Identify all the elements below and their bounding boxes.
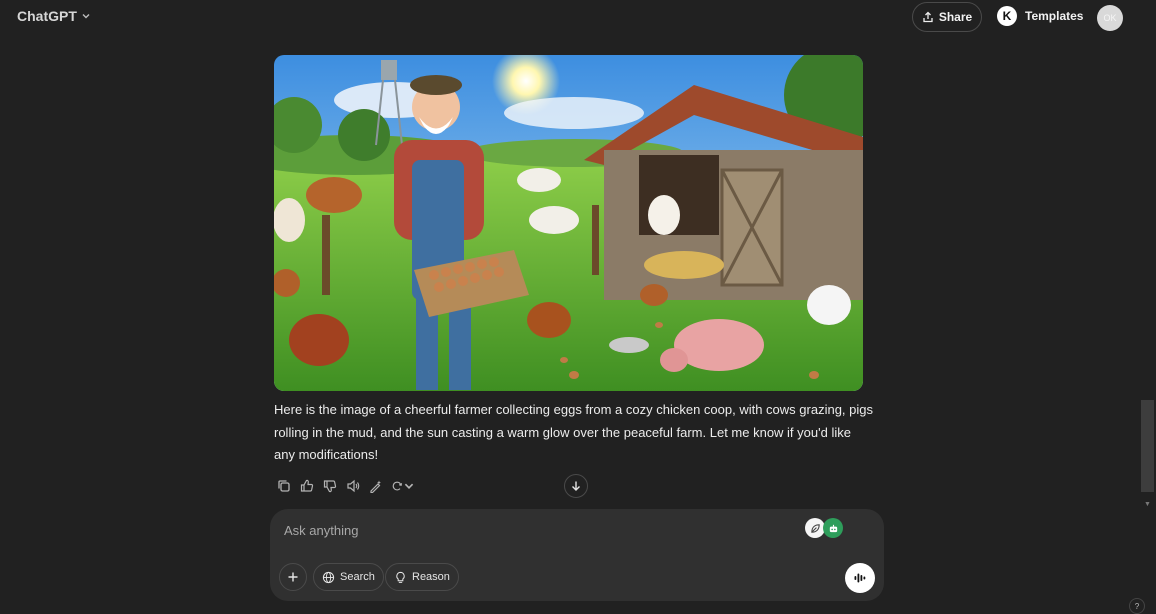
top-bar: ChatGPT Share K Templates OK: [0, 0, 1156, 36]
share-icon: [923, 11, 933, 23]
copy-button[interactable]: [276, 478, 292, 494]
chevron-down-icon: [82, 14, 90, 19]
share-button[interactable]: Share: [912, 2, 982, 32]
avatar[interactable]: OK: [1097, 5, 1123, 31]
thumbs-down-button[interactable]: [322, 478, 338, 494]
thumbs-down-icon: [323, 480, 337, 493]
prompt-input[interactable]: [282, 519, 786, 541]
voice-icon: [854, 573, 866, 583]
thumbs-up-button[interactable]: [299, 478, 315, 494]
voice-mode-button[interactable]: [845, 563, 875, 593]
help-button[interactable]: ?: [1129, 598, 1145, 614]
assistant-message: Here is the image of a cheerful farmer c…: [274, 402, 873, 462]
lightbulb-icon: [396, 571, 405, 583]
templates-logo-icon: K: [997, 6, 1017, 26]
scroll-down-arrow-icon[interactable]: ▼: [1144, 501, 1151, 508]
reason-button[interactable]: Reason: [385, 563, 459, 591]
templates-button[interactable]: K Templates: [997, 6, 1083, 26]
regenerate-icon: [392, 481, 403, 491]
share-label: Share: [938, 10, 973, 24]
chevron-down-icon: [404, 483, 414, 489]
search-label: Search: [340, 571, 375, 583]
leaf-icon: [810, 523, 820, 533]
search-button[interactable]: Search: [313, 563, 384, 591]
extension-icons: [805, 518, 843, 538]
farm-scene-image: [274, 55, 863, 391]
scroll-to-bottom-button[interactable]: [564, 474, 588, 498]
edit-image-button[interactable]: [368, 478, 384, 494]
model-name: ChatGPT: [17, 8, 77, 24]
scrollbar-thumb[interactable]: [1141, 400, 1154, 492]
extension-robot-button[interactable]: [823, 518, 843, 538]
robot-icon: [829, 524, 837, 532]
speaker-icon: [347, 479, 360, 493]
message-actions: [276, 478, 415, 494]
plus-icon: [288, 572, 298, 582]
regenerate-button[interactable]: [391, 478, 415, 494]
thumbs-up-icon: [300, 479, 314, 492]
arrow-down-icon: [572, 481, 580, 491]
templates-label: Templates: [1025, 9, 1084, 23]
add-attachment-button[interactable]: [279, 563, 307, 591]
edit-icon: [370, 480, 381, 493]
reason-label: Reason: [412, 571, 450, 583]
globe-icon: [322, 571, 335, 583]
copy-icon: [278, 480, 290, 492]
generated-image[interactable]: [274, 55, 863, 391]
extension-leaf-button[interactable]: [805, 518, 825, 538]
composer: Search Reason: [270, 509, 884, 601]
model-selector[interactable]: ChatGPT: [17, 8, 91, 24]
read-aloud-button[interactable]: [345, 478, 361, 494]
